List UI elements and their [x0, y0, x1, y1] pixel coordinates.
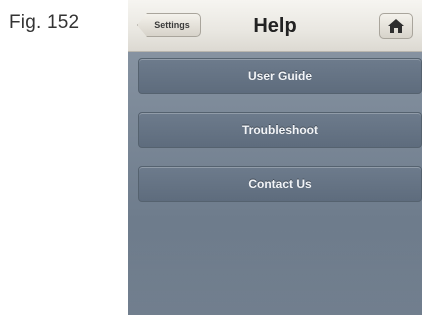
settings-back-button[interactable]: Settings	[137, 13, 201, 37]
figure-caption: Fig. 152	[9, 12, 80, 33]
background-sheen	[128, 220, 422, 315]
navigation-bar: Settings Help	[128, 0, 422, 52]
menu-item-label: Troubleshoot	[242, 123, 318, 137]
menu-item-label: Contact Us	[248, 177, 312, 191]
menu-item-contact-us[interactable]: Contact Us	[138, 166, 422, 202]
menu-item-user-guide[interactable]: User Guide	[138, 58, 422, 94]
home-button[interactable]	[379, 13, 413, 39]
help-menu: User Guide Troubleshoot Contact Us	[138, 58, 422, 220]
page: Fig. 152 Settings Help User Guide Troubl…	[0, 0, 422, 315]
phone-screen: Settings Help User Guide Troubleshoot Co…	[128, 0, 422, 315]
menu-item-label: User Guide	[247, 69, 313, 83]
menu-item-troubleshoot[interactable]: Troubleshoot	[138, 112, 422, 148]
home-icon	[387, 18, 405, 34]
